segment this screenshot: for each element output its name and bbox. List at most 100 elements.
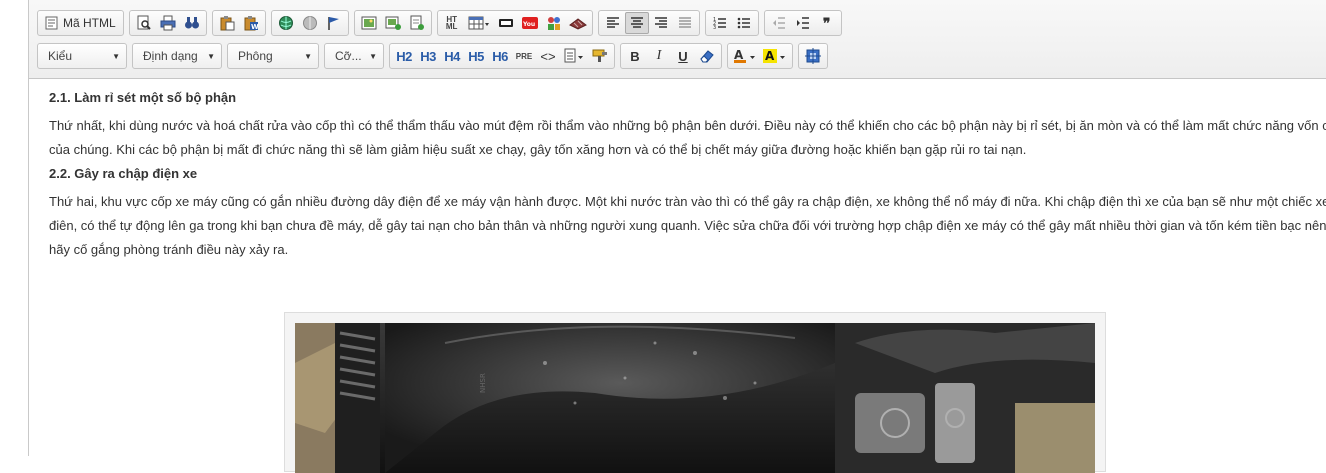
paragraph: Thứ hai, khu vực cốp xe máy cũng có gắn … (49, 194, 1326, 257)
tools-group (798, 43, 828, 69)
h5-label: H5 (468, 48, 484, 64)
engine-photo-illustration: NHSR (295, 323, 1095, 473)
justify-button[interactable] (673, 12, 697, 34)
ml-label: ML (445, 22, 458, 31)
paste-word-icon: W (244, 16, 259, 31)
iframe-button[interactable] (494, 12, 518, 34)
accordion-icon (568, 18, 587, 30)
pre-button[interactable]: PRE (512, 45, 536, 67)
paste-word-button[interactable]: W (239, 12, 263, 34)
bold-button[interactable]: B (623, 45, 647, 67)
style-combo[interactable]: Kiểu ▼ (37, 43, 127, 69)
iframe-icon (498, 19, 513, 27)
source-icon (45, 16, 58, 30)
remove-format-button[interactable] (695, 45, 719, 67)
youtube-button[interactable]: You (518, 12, 542, 34)
numbered-list-button[interactable]: 123 (708, 12, 732, 34)
indent-button[interactable] (791, 12, 815, 34)
motorbike-engine-photo: NHSR (295, 323, 1095, 473)
blockquote-button[interactable]: ❞ (815, 12, 839, 34)
align-left-button[interactable] (601, 12, 625, 34)
document-add-button[interactable] (405, 12, 429, 34)
quote-icon: ❞ (822, 14, 831, 31)
outdent-button[interactable] (767, 12, 791, 34)
bold-label: B (630, 48, 640, 64)
editor-content[interactable]: 2.1. Làm rỉ sét một số bộ phận Thứ nhất,… (49, 86, 1326, 262)
code-label: <> (540, 48, 556, 64)
svg-text:W: W (251, 23, 259, 31)
chevron-down-icon: ▼ (112, 51, 120, 61)
preview-button[interactable] (132, 12, 156, 34)
style-combo-label: Kiểu (48, 49, 73, 63)
color-group: A A (727, 43, 793, 69)
emoticon-button[interactable] (566, 12, 590, 34)
list-group: 123 (704, 10, 759, 36)
clipboard-group: W (211, 10, 266, 36)
text-color-icon: A (734, 48, 755, 63)
h6-button[interactable]: H6 (488, 45, 512, 67)
special-char-button[interactable] (542, 12, 566, 34)
numbered-list-icon: 123 (713, 17, 726, 30)
align-center-button[interactable] (624, 12, 649, 34)
font-combo[interactable]: Phông ▼ (227, 43, 319, 69)
html-button[interactable]: HT ML (440, 12, 464, 34)
left-gutter (0, 0, 28, 456)
size-combo[interactable]: Cỡ... ▼ (324, 43, 384, 69)
bullet-list-icon (737, 17, 750, 29)
h2-button[interactable]: H2 (392, 45, 416, 67)
image-add-button[interactable] (381, 12, 405, 34)
globe-link-icon (278, 16, 293, 30)
font-combo-label: Phông (238, 49, 273, 63)
unlink-icon (302, 16, 317, 30)
h4-label: H4 (444, 48, 460, 64)
image-engraved-text: NHSR (479, 373, 487, 393)
toolbar-row-2: Kiểu ▼ Định dạng ▼ Phông ▼ Cỡ... ▼ H2 H3 H4 … (37, 42, 833, 70)
anchor-button[interactable] (322, 12, 346, 34)
document-add-icon (410, 15, 424, 30)
underline-label: U (678, 48, 688, 64)
unlink-button[interactable] (298, 12, 322, 34)
paragraph: Thứ nhất, khi dùng nước và hoá chất rửa … (49, 118, 1326, 157)
justify-icon (678, 17, 691, 28)
paste-icon (220, 16, 235, 31)
toolbar-row-1: Mã HTML W HT ML You 1 2 3 ❞ (37, 9, 847, 37)
underline-button[interactable]: U (671, 45, 695, 67)
format-combo[interactable]: Định dạng ▼ (132, 43, 222, 69)
image-button[interactable] (357, 12, 381, 34)
image-frame[interactable]: NHSR (284, 312, 1106, 473)
template-icon (564, 48, 583, 63)
flag-icon (327, 17, 339, 30)
section-heading: 2.1. Làm rỉ sét một số bộ phận (49, 90, 237, 105)
insert-group (353, 10, 432, 36)
h5-button[interactable]: H5 (464, 45, 488, 67)
binoculars-icon (184, 17, 199, 29)
show-blocks-icon (805, 48, 821, 64)
template-button[interactable] (560, 45, 588, 67)
italic-button[interactable]: I (647, 45, 671, 67)
table-button[interactable] (464, 12, 494, 34)
bg-color-button[interactable]: A (760, 45, 790, 67)
paste-format-button[interactable] (588, 45, 612, 67)
italic-label: I (656, 48, 662, 63)
code-button[interactable]: <> (536, 45, 560, 67)
people-icon (547, 17, 560, 30)
bullet-list-button[interactable] (732, 12, 756, 34)
paste-button[interactable] (215, 12, 239, 34)
chevron-down-icon: ▼ (304, 51, 312, 61)
align-right-icon (654, 17, 667, 28)
editor-toolbar: Mã HTML W HT ML You 1 2 3 ❞ Kiểu ▼ Định … (29, 0, 1326, 79)
svg-text:You: You (522, 21, 535, 28)
find-button[interactable] (180, 12, 204, 34)
show-blocks-button[interactable] (801, 45, 825, 67)
background-color-icon: A (763, 49, 785, 63)
h3-button[interactable]: H3 (416, 45, 440, 67)
document-group (128, 10, 207, 36)
link-button[interactable] (274, 12, 298, 34)
print-button[interactable] (156, 12, 180, 34)
source-button[interactable]: Mã HTML (40, 12, 121, 34)
align-right-button[interactable] (649, 12, 673, 34)
preview-icon (137, 15, 151, 30)
text-color-button[interactable]: A (730, 45, 760, 67)
h4-button[interactable]: H4 (440, 45, 464, 67)
youtube-icon: You (521, 17, 538, 29)
